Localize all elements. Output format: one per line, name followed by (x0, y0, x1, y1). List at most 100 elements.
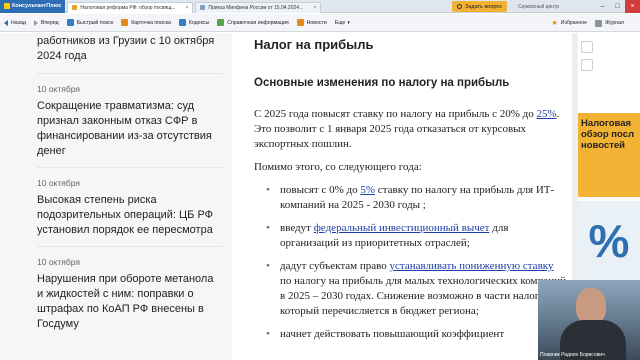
search-card-label: Карточка поиска (131, 19, 171, 26)
tab-label: Приказ Минфина России от 15.04.2024... (208, 4, 304, 11)
maximize-icon[interactable]: □ (610, 0, 625, 13)
news-date: 10 октября (37, 178, 80, 188)
reference-button[interactable]: Справочная информация (217, 19, 289, 26)
news-title[interactable]: Нарушения при обороте метанола и жидкост… (37, 272, 224, 332)
reference-label: Справочная информация (227, 19, 289, 26)
ask-question-label: Задать вопрос (465, 3, 503, 10)
percent-icon: % (588, 215, 630, 267)
news-item[interactable]: 10 октября Сокращение травматизма: суд п… (0, 74, 232, 159)
reduced-rate-link[interactable]: устанавливать пониженную ставку (390, 260, 554, 272)
text-span: по налогу на прибыль для малых технологи… (280, 275, 566, 317)
search-icon (66, 19, 74, 26)
news-item[interactable]: 10 октября Высокая степень риска подозри… (0, 168, 232, 238)
text-span: повысят с 0% до (280, 184, 361, 196)
question-icon (457, 4, 462, 9)
news-icon (296, 19, 304, 26)
arrow-left-icon (4, 19, 8, 26)
list-item: введут федеральный инвестиционный вычет … (266, 221, 566, 251)
news-item[interactable]: 10 октября Нарушения при обороте метанол… (0, 247, 232, 332)
panel-button-icon[interactable] (581, 41, 593, 53)
minimize-icon[interactable]: – (595, 0, 610, 13)
news-title-line: установил порядок ее пересмотра (37, 224, 213, 236)
app-logo[interactable]: КонсультантПлюс (0, 0, 66, 13)
news-title-line: Госдуму (37, 318, 79, 330)
tab-tax-reform[interactable]: Налоговая реформа РФ: обзор посвящ... × (67, 1, 194, 13)
news-title-line: работников из Грузии с 10 октября (37, 35, 215, 47)
rate-5-link[interactable]: 5% (360, 184, 375, 196)
document-view: Налог на прибыль Основные изменения по н… (232, 33, 572, 360)
document-icon (200, 5, 206, 10)
list-item: дадут субъектам право устанавливать пони… (266, 259, 566, 319)
logo-text: КонсультантПлюс (12, 3, 62, 9)
news-title-line: Высокая степень риска (37, 194, 157, 206)
service-center-label: Сервисный центр (518, 3, 560, 10)
presenter-head (576, 288, 606, 324)
news-sidebar: работников из Грузии с 10 октября 2024 г… (0, 33, 232, 360)
news-title-line: 2024 года (37, 50, 87, 62)
text-span: С 2025 года повысят ставку по налогу на … (254, 108, 537, 120)
investment-deduction-link[interactable]: федеральный инвестиционный вычет (314, 222, 490, 234)
news-title-line: Сокращение травматизма: суд (37, 100, 195, 112)
rate-25-link[interactable]: 25% (536, 108, 556, 120)
tab-label: Налоговая реформа РФ: обзор посвящ... (80, 4, 176, 11)
quick-search-button[interactable]: Быстрый поиск (66, 19, 114, 26)
paragraph-rate-change: С 2025 года повысят ставку по налогу на … (254, 107, 569, 152)
news-label: Новости (306, 19, 327, 26)
news-title[interactable]: Высокая степень риска подозрительных опе… (37, 193, 224, 238)
more-menu[interactable]: Еще ▾ (335, 20, 350, 26)
news-title[interactable]: Сокращение травматизма: суд признал зако… (37, 99, 224, 159)
news-title-line: финансировании из-за отсутствия (37, 130, 212, 142)
chevron-down-icon: ▾ (347, 19, 350, 26)
journal-label: Журнал (605, 20, 624, 26)
text-span: начнет действовать повышающий коэффициен… (280, 328, 505, 340)
ask-question-button[interactable]: Задать вопрос (452, 1, 508, 12)
arrow-right-icon (33, 19, 38, 26)
percent-banner[interactable]: % (578, 201, 640, 281)
tab-minfin-order[interactable]: Приказ Минфина России от 15.04.2024... × (195, 1, 322, 13)
codes-button[interactable]: Кодексы (178, 19, 210, 26)
close-tab-icon[interactable]: × (313, 5, 316, 11)
list-item: повысят с 0% до 5% ставку по налогу на п… (266, 183, 566, 213)
quick-search-label: Быстрый поиск (76, 19, 114, 26)
journal-button[interactable]: Журнал (595, 19, 624, 27)
news-title-line: подозрительных операций: ЦБ РФ (37, 209, 214, 221)
news-button[interactable]: Новости (296, 19, 327, 26)
favorites-label: Избранное (560, 20, 588, 26)
toolbar-right: ★ Избранное Журнал (551, 14, 632, 32)
forward-label: Вперед (40, 19, 59, 26)
favorites-button[interactable]: ★ Избранное (551, 19, 587, 27)
news-date: 10 октября (37, 257, 80, 267)
document-icon (72, 5, 78, 10)
news-item[interactable]: работников из Грузии с 10 октября 2024 г… (0, 33, 232, 64)
back-label: Назад (11, 19, 26, 26)
back-button[interactable]: Назад (4, 19, 26, 26)
codes-label: Кодексы (188, 19, 210, 26)
search-card-button[interactable]: Карточка поиска (121, 19, 171, 26)
news-title[interactable]: работников из Грузии с 10 октября 2024 г… (37, 34, 224, 64)
main-toolbar: Назад Вперед Быстрый поиск Карточка поис… (0, 14, 640, 32)
promo-banner[interactable]: Налоговая обзор посл новостей (578, 113, 640, 197)
subsection-heading: Основные изменения по налогу на прибыль (254, 77, 510, 89)
news-title-line: Нарушения при обороте метанола (37, 273, 214, 285)
text-span: дадут субъектам право (280, 260, 390, 272)
info-icon (217, 19, 225, 26)
close-window-icon[interactable]: × (625, 0, 640, 13)
forward-button[interactable]: Вперед (33, 19, 59, 26)
text-span: введут (280, 222, 314, 234)
journal-icon (595, 19, 603, 27)
more-label: Еще (334, 19, 346, 26)
presenter-name: Плавник Радион Борисович (540, 352, 605, 358)
service-center-link[interactable]: Сервисный центр (518, 1, 559, 12)
list-item: начнет действовать повышающий коэффициен… (266, 327, 566, 342)
app-window: КонсультантПлюс Налоговая реформа РФ: об… (0, 0, 640, 360)
news-title-line: признал законным отказ СФР в (37, 115, 198, 127)
news-date: 10 октября (37, 84, 80, 94)
logo-icon (4, 3, 10, 9)
close-tab-icon[interactable]: × (185, 5, 188, 11)
panel-button-icon[interactable] (581, 59, 593, 71)
changes-list: повысят с 0% до 5% ставку по налогу на п… (266, 183, 566, 350)
card-icon (121, 19, 129, 26)
section-heading: Налог на прибыль (254, 37, 374, 52)
promo-text: Налоговая обзор посл новостей (581, 118, 635, 151)
news-title-line: денег (37, 145, 66, 157)
